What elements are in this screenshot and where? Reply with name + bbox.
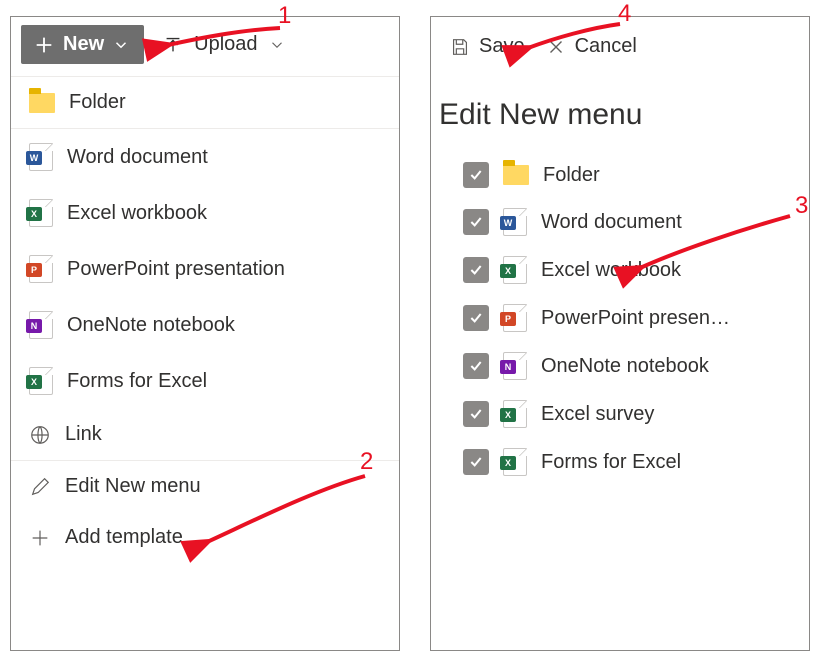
chevron-down-icon	[112, 36, 130, 54]
check-row-forms[interactable]: X Forms for Excel	[463, 438, 791, 486]
check-label: PowerPoint present...	[541, 307, 731, 330]
edit-menu-list: Folder W Word document X Excel workbook …	[431, 152, 809, 486]
menu-item-label: Folder	[69, 91, 126, 114]
panel-title: Edit New menu	[431, 68, 809, 152]
save-icon	[449, 36, 471, 58]
left-panel: New Upload Folder W Word document X Exce…	[10, 16, 400, 651]
check-label: Folder	[543, 164, 600, 187]
save-button[interactable]: Save	[449, 35, 525, 58]
menu-item-folder[interactable]: Folder	[11, 77, 399, 128]
check-row-word[interactable]: W Word document	[463, 198, 791, 246]
menu-item-forms[interactable]: X Forms for Excel	[11, 353, 399, 409]
new-button[interactable]: New	[21, 25, 144, 64]
globe-icon	[29, 424, 51, 446]
onenote-icon: N	[503, 352, 527, 380]
powerpoint-icon: P	[503, 304, 527, 332]
check-label: OneNote notebook	[541, 355, 709, 378]
menu-item-link[interactable]: Link	[11, 409, 399, 460]
upload-label: Upload	[194, 33, 257, 56]
new-menu: Folder W Word document X Excel workbook …	[11, 76, 399, 563]
checkbox[interactable]	[463, 209, 489, 235]
checkbox[interactable]	[463, 162, 489, 188]
right-panel: Save Cancel Edit New menu Folder W Word …	[430, 16, 810, 651]
menu-item-excel[interactable]: X Excel workbook	[11, 185, 399, 241]
menu-item-label: Add template	[65, 526, 183, 549]
menu-item-edit-new[interactable]: Edit New menu	[11, 460, 399, 512]
powerpoint-icon: P	[29, 255, 53, 283]
folder-icon	[503, 165, 529, 185]
excel-icon: X	[29, 199, 53, 227]
excel-icon: X	[503, 256, 527, 284]
save-label: Save	[479, 35, 525, 58]
menu-item-word[interactable]: W Word document	[11, 128, 399, 185]
checkbox[interactable]	[463, 449, 489, 475]
check-row-onenote[interactable]: N OneNote notebook	[463, 342, 791, 390]
menu-item-label: Word document	[67, 146, 208, 169]
plus-icon	[29, 527, 51, 549]
checkbox[interactable]	[463, 257, 489, 283]
upload-button[interactable]: Upload	[162, 33, 285, 56]
chevron-down-icon	[268, 36, 286, 54]
menu-item-label: PowerPoint presentation	[67, 258, 285, 281]
checkbox[interactable]	[463, 305, 489, 331]
check-row-ppt[interactable]: P PowerPoint present...	[463, 294, 791, 342]
excel-icon: X	[29, 367, 53, 395]
folder-icon	[29, 93, 55, 113]
check-label: Excel workbook	[541, 259, 681, 282]
menu-item-add-template[interactable]: Add template	[11, 512, 399, 563]
close-icon	[545, 36, 567, 58]
pencil-icon	[29, 476, 51, 498]
cancel-button[interactable]: Cancel	[545, 35, 637, 58]
cancel-label: Cancel	[575, 35, 637, 58]
right-toolbar: Save Cancel	[431, 17, 809, 68]
check-label: Excel survey	[541, 403, 654, 426]
excel-icon: X	[503, 448, 527, 476]
menu-item-label: Excel workbook	[67, 202, 207, 225]
check-label: Word document	[541, 211, 682, 234]
new-button-label: New	[63, 33, 104, 56]
menu-item-label: OneNote notebook	[67, 314, 235, 337]
check-row-folder[interactable]: Folder	[463, 152, 791, 198]
checkbox[interactable]	[463, 401, 489, 427]
check-label: Forms for Excel	[541, 451, 681, 474]
menu-item-label: Link	[65, 423, 102, 446]
menu-item-label: Forms for Excel	[67, 370, 207, 393]
word-icon: W	[29, 143, 53, 171]
plus-icon	[33, 34, 55, 56]
toolbar: New Upload	[11, 17, 399, 76]
check-row-excel[interactable]: X Excel workbook	[463, 246, 791, 294]
onenote-icon: N	[29, 311, 53, 339]
menu-item-label: Edit New menu	[65, 475, 201, 498]
check-row-survey[interactable]: X Excel survey	[463, 390, 791, 438]
upload-icon	[162, 34, 184, 56]
excel-icon: X	[503, 400, 527, 428]
menu-item-onenote[interactable]: N OneNote notebook	[11, 297, 399, 353]
checkbox[interactable]	[463, 353, 489, 379]
menu-item-powerpoint[interactable]: P PowerPoint presentation	[11, 241, 399, 297]
word-icon: W	[503, 208, 527, 236]
